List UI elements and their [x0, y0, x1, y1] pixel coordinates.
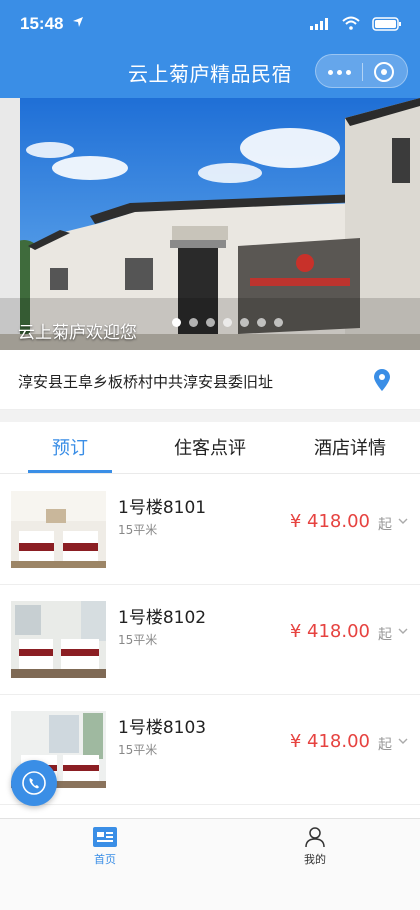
address-text: 淳安县王阜乡板桥村中共淳安县委旧址: [18, 373, 274, 391]
battery-icon: [372, 17, 401, 31]
tabbar-home-label: 首页: [94, 853, 116, 866]
phone-icon: [22, 771, 46, 795]
status-bar: 15:48: [0, 0, 420, 50]
banner-caption: 云上菊庐欢迎您: [18, 323, 137, 343]
room-area: 15平米: [118, 633, 158, 647]
room-name: 1号楼8102: [118, 608, 207, 628]
tabbar-mine[interactable]: 我的: [285, 827, 345, 867]
chevron-down-icon[interactable]: [398, 517, 408, 525]
user-icon: [305, 827, 325, 847]
bottom-tab-bar: 首页 我的: [0, 818, 420, 910]
tab-reviews[interactable]: 住客点评: [140, 422, 280, 473]
map-pin-icon[interactable]: [374, 369, 390, 391]
banner-carousel[interactable]: [0, 98, 420, 350]
home-card-icon: [93, 827, 117, 847]
room-item[interactable]: 1号楼8102 15平米 ¥ 418.00 起: [0, 585, 420, 695]
call-button[interactable]: [11, 760, 57, 806]
dot-icon: [336, 69, 342, 75]
dot-icon: [345, 69, 351, 75]
carousel-indicators: [172, 318, 283, 328]
room-item[interactable]: 1号楼8101 15平米 ¥ 418.00 起: [0, 475, 420, 585]
top-bar: 15:48 云上菊庐精品民宿: [0, 0, 420, 98]
dot-icon: [327, 69, 333, 75]
room-name: 1号楼8103: [118, 718, 207, 738]
tabbar-home[interactable]: 首页: [75, 827, 135, 867]
carousel-dot[interactable]: [274, 318, 283, 327]
price-suffix: 起: [378, 627, 392, 643]
section-divider: [0, 410, 420, 422]
signal-icon: [310, 18, 328, 30]
carousel-dot[interactable]: [223, 318, 232, 327]
close-mini-program-button[interactable]: [361, 55, 407, 89]
room-area: 15平米: [118, 523, 158, 537]
room-photo: [11, 601, 106, 678]
chevron-down-icon[interactable]: [398, 737, 408, 745]
carousel-dot[interactable]: [240, 318, 249, 327]
room-name: 1号楼8101: [118, 498, 207, 518]
mini-program-capsule: [315, 54, 408, 88]
room-photo: [11, 491, 106, 568]
more-menu-button[interactable]: [316, 55, 362, 89]
status-time: 15:48: [20, 14, 64, 33]
carousel-dot[interactable]: [189, 318, 198, 327]
carousel-dot[interactable]: [172, 318, 181, 327]
target-dot: [381, 69, 387, 75]
room-price: ¥ 418.00: [289, 731, 370, 752]
price-suffix: 起: [378, 517, 392, 533]
carousel-dot[interactable]: [206, 318, 215, 327]
room-price: ¥ 418.00: [289, 621, 370, 642]
address-row[interactable]: 淳安县王阜乡板桥村中共淳安县委旧址: [0, 350, 420, 410]
tabbar-mine-label: 我的: [304, 853, 326, 866]
price-suffix: 起: [378, 737, 392, 753]
tab-bar: 预订 住客点评 酒店详情: [0, 422, 420, 474]
carousel-dot[interactable]: [257, 318, 266, 327]
room-item[interactable]: 1号楼8103 15平米 ¥ 418.00 起: [0, 695, 420, 805]
room-area: 15平米: [118, 743, 158, 757]
chevron-down-icon[interactable]: [398, 627, 408, 635]
tab-hotel-details[interactable]: 酒店详情: [280, 422, 420, 473]
banner-photo: [0, 98, 420, 350]
wifi-icon: [342, 16, 360, 30]
location-arrow-icon: [73, 17, 83, 27]
tab-booking[interactable]: 预订: [0, 422, 140, 473]
room-price: ¥ 418.00: [289, 511, 370, 532]
